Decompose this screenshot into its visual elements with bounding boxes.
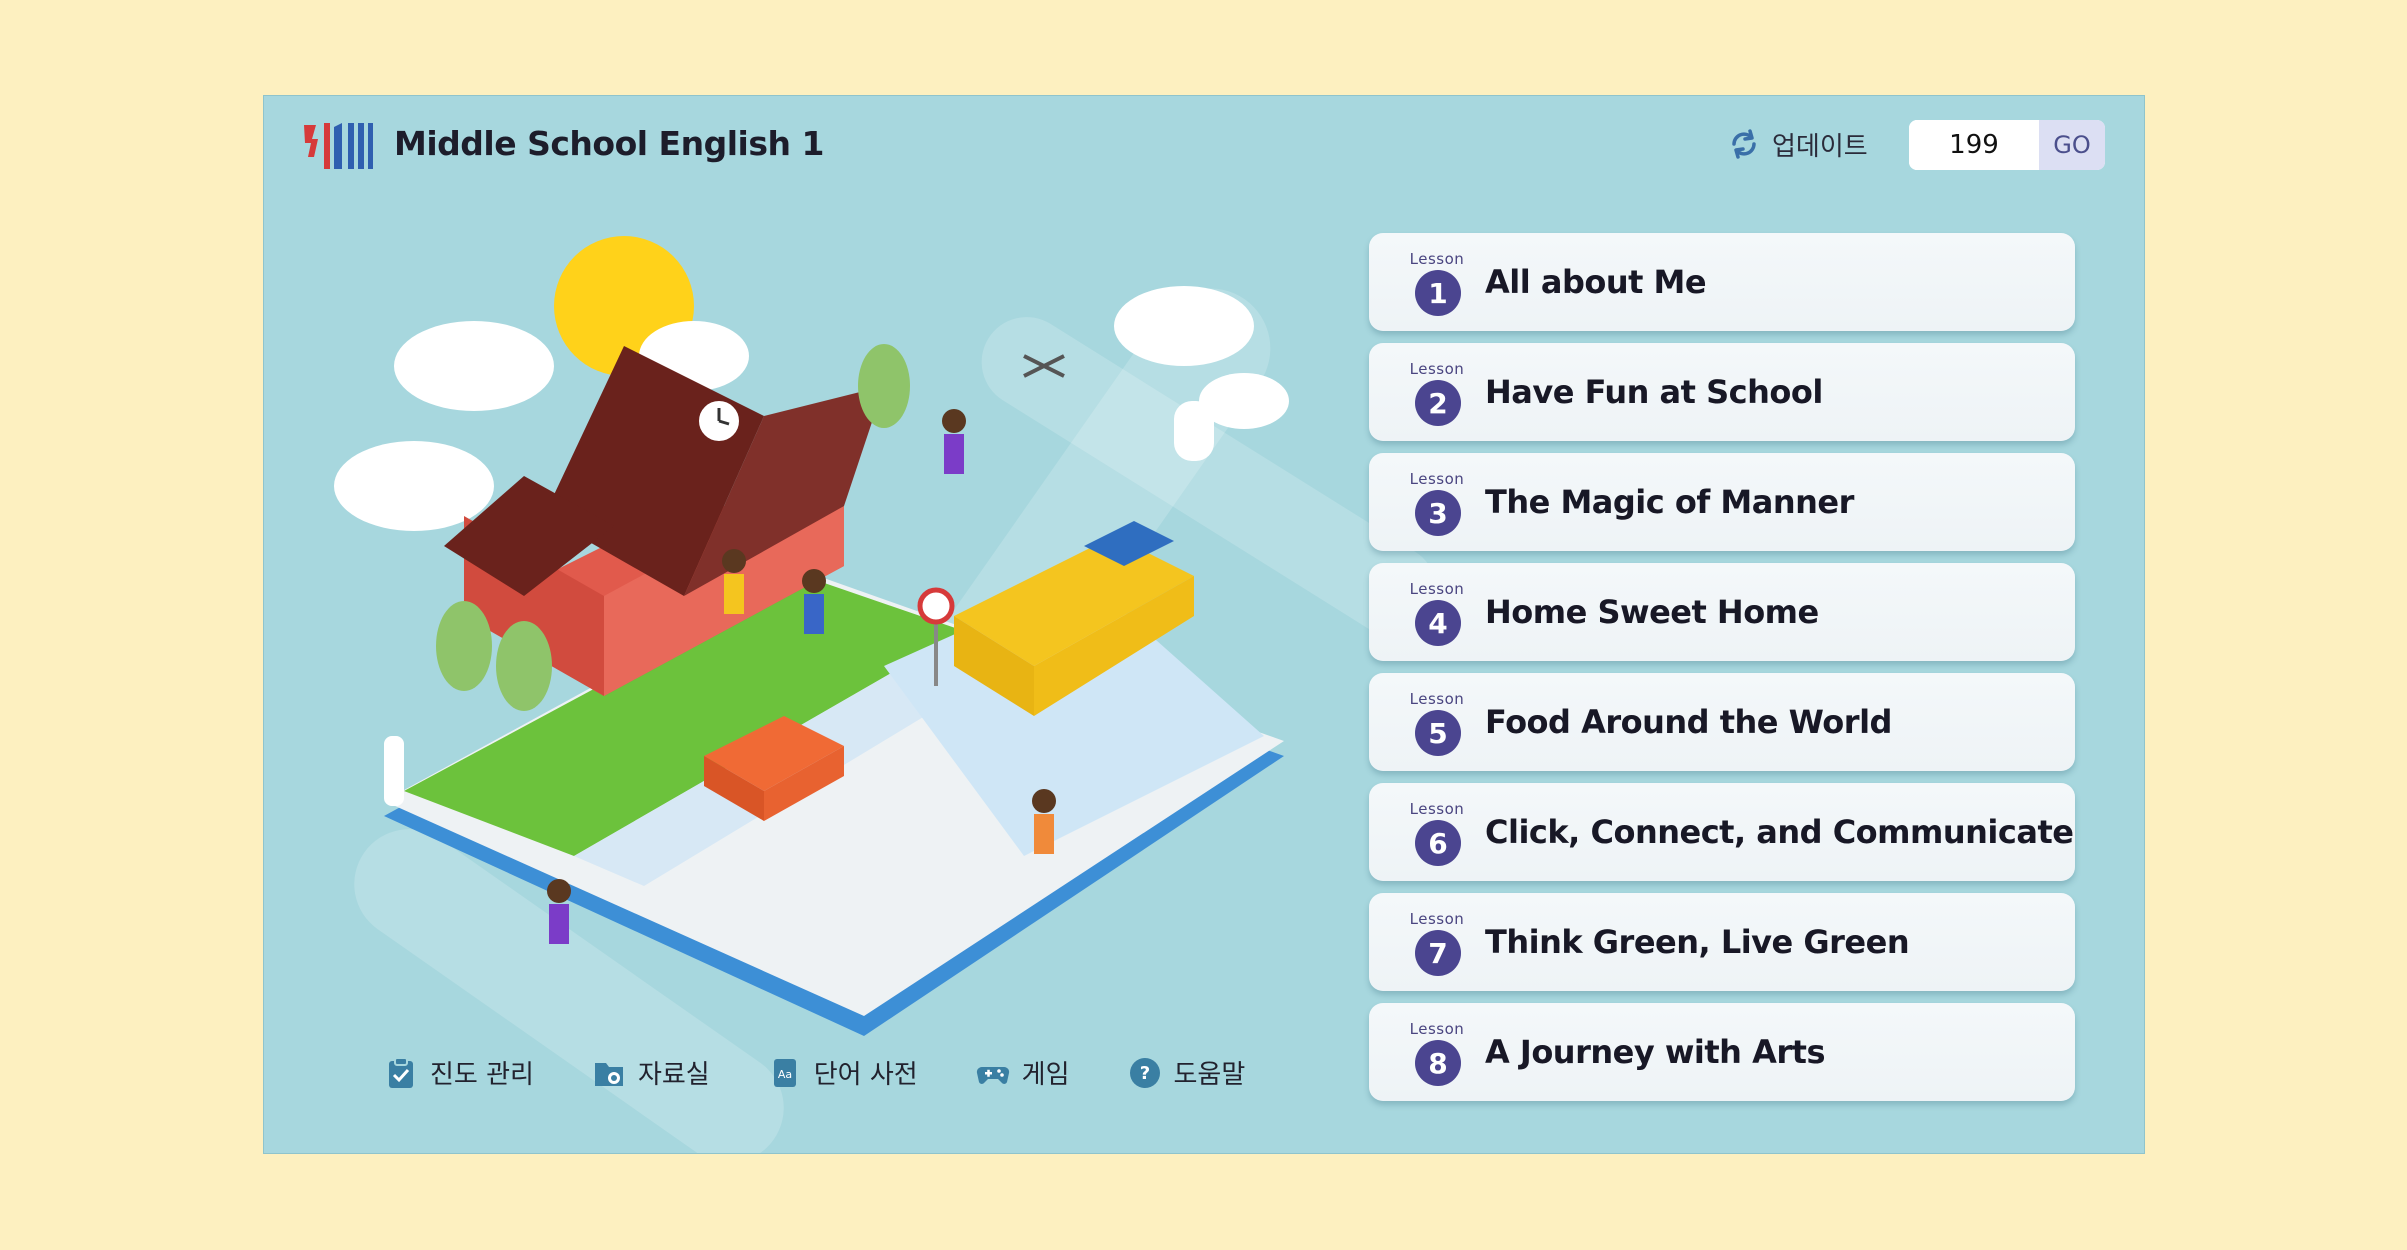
menu-label: 도움말 [1173, 1060, 1246, 1090]
lesson-card-5[interactable]: Lesson 5 Food Around the World [1369, 673, 2075, 771]
app-title: Middle School English 1 [394, 124, 824, 163]
help-icon: ? [1129, 1057, 1160, 1088]
lesson-card-8[interactable]: Lesson 8 A Journey with Arts [1369, 1003, 2075, 1101]
dictionary-icon: Aa [773, 1058, 796, 1087]
page-jump: GO [1909, 120, 2105, 170]
page-number-input[interactable] [1909, 120, 2039, 170]
menu-label: 진도 관리 [430, 1060, 534, 1090]
lesson-badge: Lesson 8 [1405, 1012, 1469, 1092]
lesson-word: Lesson [1409, 690, 1465, 708]
lesson-card-7[interactable]: Lesson 7 Think Green, Live Green [1369, 893, 2075, 991]
lesson-word: Lesson [1409, 800, 1465, 818]
lesson-title: Have Fun at School [1485, 373, 1823, 411]
lesson-title: Click, Connect, and Communicate [1485, 813, 2074, 851]
publisher-logo [304, 123, 373, 169]
lesson-word: Lesson [1409, 360, 1465, 378]
refresh-icon [1732, 129, 1756, 159]
lesson-word: Lesson [1409, 1020, 1465, 1038]
gamepad-icon [976, 1066, 1009, 1084]
lesson-number: 6 [1415, 820, 1461, 866]
lesson-title: The Magic of Manner [1485, 483, 1854, 521]
lesson-badge: Lesson 5 [1405, 682, 1469, 762]
menu-progress[interactable]: 진도 관리 [384, 1054, 534, 1091]
clipboard-check-icon [389, 1056, 413, 1088]
lesson-badge: Lesson 7 [1405, 902, 1469, 982]
menu-label: 자료실 [637, 1060, 710, 1090]
lesson-badge: Lesson 1 [1405, 242, 1469, 322]
menu-label: 단어 사전 [813, 1060, 918, 1090]
update-button[interactable]: 업데이트 [1726, 124, 1868, 164]
bottom-menu: 진도 관리 자료실 Aa 단어 사전 게임 ? 도움말 [384, 1054, 1303, 1091]
go-button[interactable]: GO [2039, 120, 2105, 170]
lesson-badge: Lesson 6 [1405, 792, 1469, 872]
lesson-word: Lesson [1409, 250, 1465, 268]
lesson-title: All about Me [1485, 263, 1707, 301]
lesson-number: 2 [1415, 380, 1461, 426]
menu-library[interactable]: 자료실 [592, 1054, 710, 1091]
menu-help[interactable]: ? 도움말 [1128, 1054, 1246, 1091]
lesson-badge: Lesson 2 [1405, 352, 1469, 432]
lesson-title: Think Green, Live Green [1485, 923, 1910, 961]
lesson-card-6[interactable]: Lesson 6 Click, Connect, and Communicate [1369, 783, 2075, 881]
lesson-title: Food Around the World [1485, 703, 1892, 741]
folder-icon [594, 1062, 623, 1086]
school-illustration [334, 236, 1289, 1036]
svg-text:Aa: Aa [778, 1068, 792, 1081]
lesson-number: 4 [1415, 600, 1461, 646]
lesson-number: 3 [1415, 490, 1461, 536]
lesson-title: Home Sweet Home [1485, 593, 1819, 631]
menu-game[interactable]: 게임 [976, 1054, 1070, 1091]
lesson-number: 8 [1415, 1040, 1461, 1086]
lesson-card-1[interactable]: Lesson 1 All about Me [1369, 233, 2075, 331]
update-label: 업데이트 [1772, 131, 1868, 162]
lesson-number: 7 [1415, 930, 1461, 976]
lesson-card-2[interactable]: Lesson 2 Have Fun at School [1369, 343, 2075, 441]
lesson-badge: Lesson 4 [1405, 572, 1469, 652]
menu-label: 게임 [1021, 1060, 1070, 1090]
lesson-number: 1 [1415, 270, 1461, 316]
lesson-card-4[interactable]: Lesson 4 Home Sweet Home [1369, 563, 2075, 661]
menu-dictionary[interactable]: Aa 단어 사전 [768, 1054, 918, 1091]
app-window: Middle School English 1 업데이트 GO [263, 95, 2145, 1154]
svg-text:?: ? [1139, 1063, 1149, 1084]
lesson-word: Lesson [1409, 580, 1465, 598]
lesson-card-3[interactable]: Lesson 3 The Magic of Manner [1369, 453, 2075, 551]
drone [1023, 354, 1065, 378]
lesson-badge: Lesson 3 [1405, 462, 1469, 542]
lesson-word: Lesson [1409, 470, 1465, 488]
lesson-number: 5 [1415, 710, 1461, 756]
lesson-title: A Journey with Arts [1485, 1033, 1825, 1071]
lesson-word: Lesson [1409, 910, 1465, 928]
